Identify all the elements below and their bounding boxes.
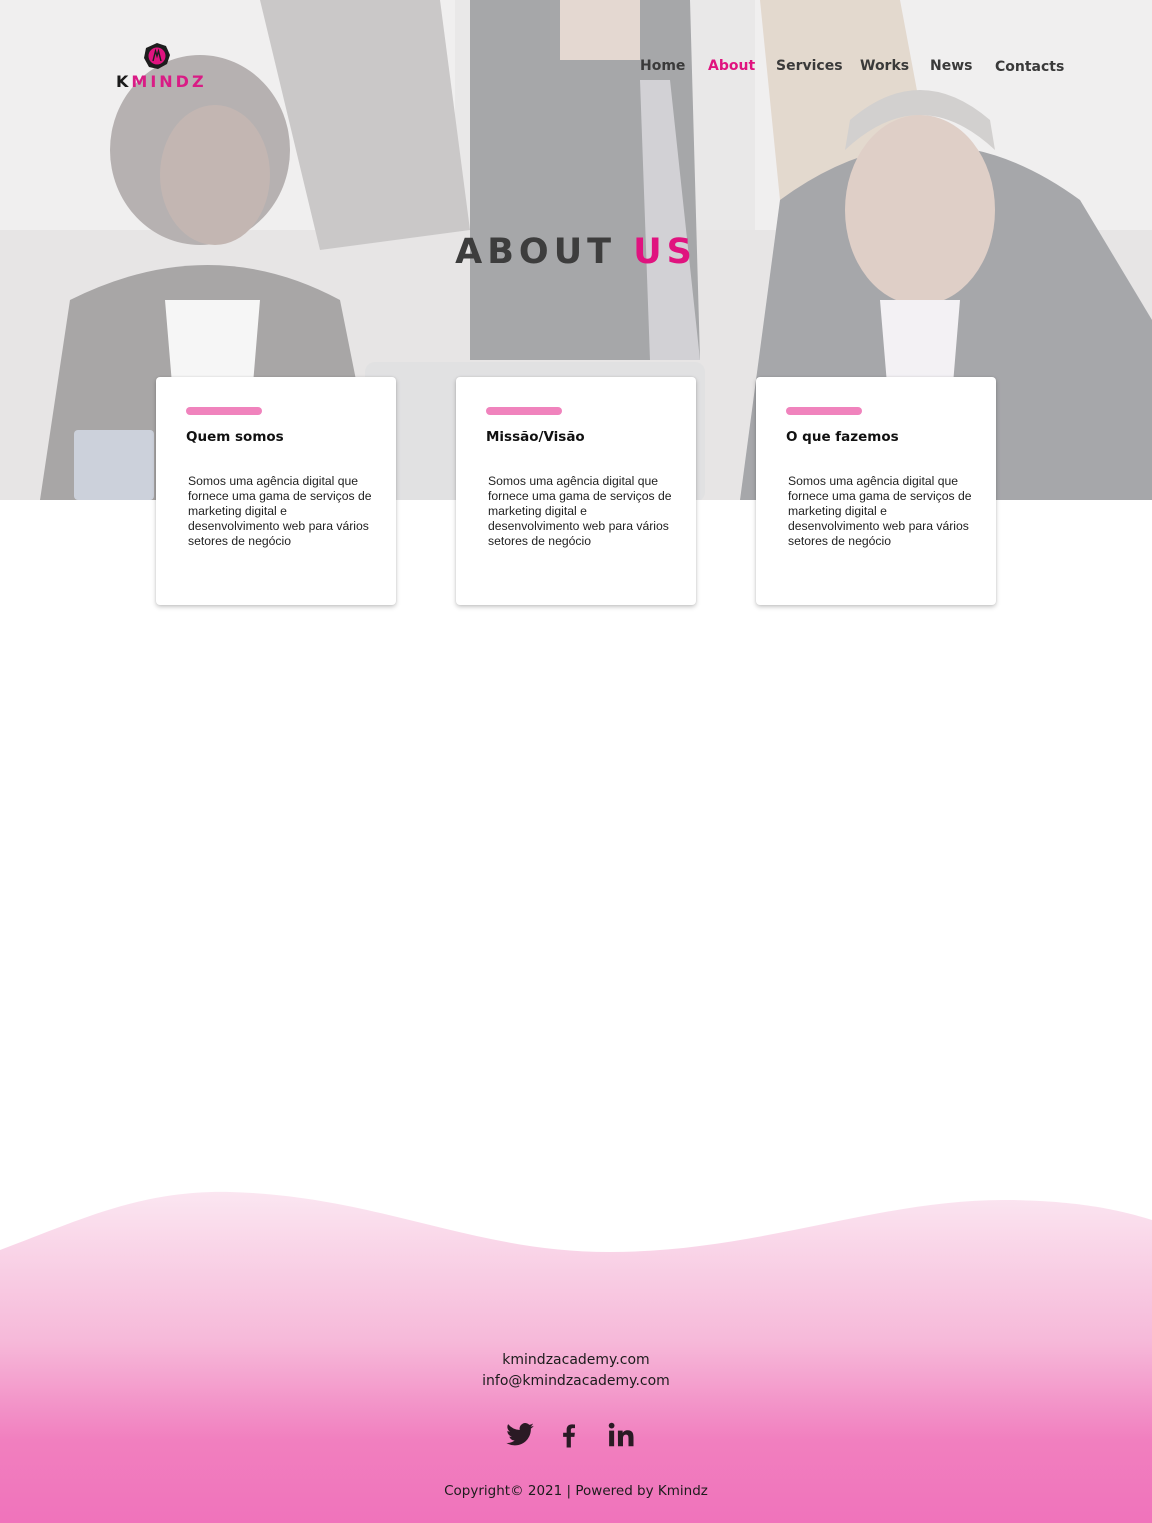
- card-title: O que fazemos: [786, 429, 899, 445]
- nav-news[interactable]: News: [930, 58, 972, 74]
- facebook-icon[interactable]: [554, 1420, 584, 1450]
- main-nav: Home About Services Works News Contacts: [0, 58, 1152, 78]
- card-text: Somos uma agência digital que fornece um…: [188, 474, 372, 548]
- card-accent-bar: [486, 407, 562, 415]
- card-o-que-fazemos: O que fazemos Somos uma agência digital …: [756, 377, 996, 605]
- twitter-icon[interactable]: [505, 1420, 535, 1450]
- card-accent-bar: [786, 407, 862, 415]
- card-text: Somos uma agência digital que fornece um…: [488, 474, 672, 548]
- card-text: Somos uma agência digital que fornece um…: [788, 474, 972, 548]
- card-title: Quem somos: [186, 429, 284, 445]
- nav-works[interactable]: Works: [860, 58, 909, 74]
- nav-home[interactable]: Home: [640, 58, 685, 74]
- page-title: ABOUT US: [0, 232, 1152, 272]
- page-title-part1: ABOUT: [455, 232, 616, 272]
- social-links: [0, 1420, 1152, 1450]
- footer-website-link[interactable]: kmindzacademy.com: [0, 1352, 1152, 1368]
- nav-services[interactable]: Services: [776, 58, 843, 74]
- card-quem-somos: Quem somos Somos uma agência digital que…: [156, 377, 396, 605]
- card-missao-visao: Missão/Visão Somos uma agência digital q…: [456, 377, 696, 605]
- card-title: Missão/Visão: [486, 429, 585, 445]
- nav-about[interactable]: About: [708, 58, 755, 74]
- nav-contacts[interactable]: Contacts: [995, 59, 1064, 75]
- card-accent-bar: [186, 407, 262, 415]
- footer-email-link[interactable]: info@kmindzacademy.com: [0, 1373, 1152, 1389]
- page-title-part2: US: [633, 232, 697, 272]
- footer: kmindzacademy.com info@kmindzacademy.com…: [0, 1180, 1152, 1523]
- copyright-text: Copyright© 2021 | Powered by Kmindz: [444, 1483, 708, 1499]
- linkedin-icon[interactable]: [606, 1420, 636, 1450]
